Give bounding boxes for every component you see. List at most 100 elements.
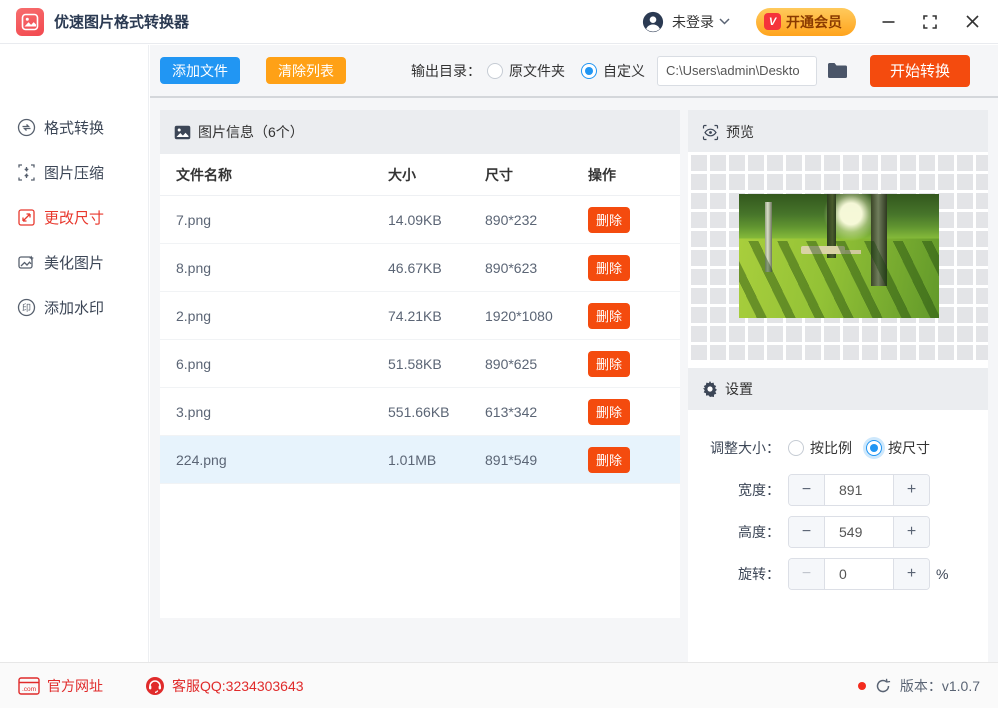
refresh-icon[interactable] (875, 678, 891, 694)
website-icon: .com (18, 676, 40, 695)
size: 46.67KB (388, 259, 442, 276)
radio-original-folder-label[interactable]: 原文件夹 (509, 61, 565, 81)
main-content: 添加文件 清除列表 输出目录： 原文件夹 自定义 开始转换 图片信息（6个） 文… (150, 45, 998, 662)
start-convert-button[interactable]: 开始转换 (869, 54, 970, 87)
column-dimensions: 尺寸 (485, 166, 513, 183)
column-name: 文件名称 (176, 166, 232, 183)
name: 2.png (176, 307, 212, 324)
title-bar: 优速图片格式转换器 未登录 V 开通会员 (0, 0, 998, 44)
table-row[interactable]: 8.png 46.67KB 890*623 删除 (160, 244, 680, 292)
add-watermark-icon: 印 (17, 298, 36, 317)
sidebar-item-label: 添加水印 (44, 300, 105, 317)
minimize-button[interactable] (878, 12, 898, 32)
sidebar-item-image-compress[interactable]: 图片压缩 (0, 150, 148, 195)
rotate-input[interactable] (825, 559, 893, 589)
dimensions: 890*232 (485, 211, 538, 228)
operation-cell: 删除 (588, 446, 680, 473)
rotate-decrease-button[interactable]: − (789, 559, 825, 589)
height-increase-button[interactable]: + (893, 517, 929, 547)
height-decrease-button[interactable]: − (789, 517, 825, 547)
table-row[interactable]: 7.png 14.09KB 890*232 删除 (160, 196, 680, 244)
settings-body: 调整大小： 按比例 按尺寸 宽度： − + 高度： − + (688, 410, 988, 662)
name: 7.png (176, 211, 212, 228)
delete-button[interactable]: 删除 (588, 446, 630, 473)
rotate-stepper: − + (788, 558, 930, 590)
status-dot (857, 681, 866, 690)
login-status[interactable]: 未登录 (672, 12, 714, 32)
gear-icon (703, 381, 717, 397)
file-panel-title: 图片信息（6个） (198, 124, 304, 140)
dimensions: 890*623 (485, 259, 538, 276)
app-logo-icon (16, 7, 44, 36)
official-website-link[interactable]: .com 官方网址 (18, 676, 103, 696)
rotate-increase-button[interactable]: + (893, 559, 929, 589)
name: 224.png (176, 451, 227, 468)
table-header: 文件名称 大小 尺寸 操作 (160, 154, 680, 196)
sidebar-item-beautify[interactable]: 美化图片 (0, 240, 148, 285)
height-label: 高度： (738, 524, 780, 540)
radio-by-size[interactable] (866, 440, 882, 456)
sidebar-item-label: 格式转换 (44, 120, 105, 137)
preview-eye-icon (702, 124, 719, 140)
right-panel: 预览 设置 调整大小： 按比例 按尺寸 宽度： − 891 + 高度： − 54… (688, 110, 988, 662)
radio-by-ratio[interactable] (788, 440, 804, 456)
preview-title: 预览 (726, 124, 754, 140)
close-button[interactable] (962, 12, 982, 32)
settings-header: 设置 (688, 368, 988, 410)
radio-custom[interactable] (580, 62, 597, 79)
format-convert-icon (17, 118, 36, 137)
radio-by-ratio-label[interactable]: 按比例 (810, 438, 852, 458)
delete-button[interactable]: 删除 (588, 350, 630, 377)
browse-folder-icon[interactable] (827, 62, 848, 79)
radio-custom-label[interactable]: 自定义 (603, 61, 645, 81)
table-row[interactable]: 6.png 51.58KB 890*625 删除 (160, 340, 680, 388)
file-panel-header: 图片信息（6个） (160, 110, 680, 154)
sidebar-item-watermark[interactable]: 印 添加水印 (0, 285, 148, 330)
width-input[interactable] (825, 475, 893, 505)
chevron-down-icon[interactable] (719, 18, 730, 25)
table-row[interactable]: 2.png 74.21KB 1920*1080 删除 (160, 292, 680, 340)
width-decrease-button[interactable]: − (789, 475, 825, 505)
user-avatar-icon[interactable] (642, 11, 664, 33)
delete-button[interactable]: 删除 (588, 206, 630, 233)
customer-service-icon (146, 676, 164, 695)
delete-button[interactable]: 删除 (588, 302, 630, 329)
table-body: 7.png 14.09KB 890*232 删除 8.png 46.67KB 890*623… (160, 196, 680, 484)
size: 74.21KB (388, 307, 442, 324)
delete-button[interactable]: 删除 (588, 398, 630, 425)
sidebar-item-label: 美化图片 (44, 255, 105, 272)
operation-cell: 删除 (588, 254, 680, 281)
column-size: 大小 (388, 166, 416, 183)
open-vip-button[interactable]: V 开通会员 (756, 7, 856, 36)
operation-cell: 删除 (588, 302, 680, 329)
clear-list-button[interactable]: 清除列表 (266, 57, 346, 84)
add-files-button[interactable]: 添加文件 (160, 57, 240, 84)
sidebar-item-label: 更改尺寸 (44, 210, 105, 227)
customer-service-link[interactable]: 客服QQ:3234303643 (145, 676, 304, 696)
version-label: 版本：v1.0.7 (899, 677, 980, 694)
output-path-input[interactable] (656, 55, 817, 86)
size: 1.01MB (388, 451, 437, 468)
radio-original-folder[interactable] (486, 62, 503, 79)
maximize-button[interactable] (920, 12, 940, 32)
table-row[interactable]: 3.png 551.66KB 613*342 删除 (160, 388, 680, 436)
beautify-image-icon (18, 255, 34, 269)
height-input[interactable] (825, 517, 893, 547)
sidebar: 格式转换 图片压缩 更改尺寸 美化图片 印 添加水印 (0, 45, 149, 662)
rotate-unit-label: % (936, 566, 949, 582)
footer-bar: .com 官方网址 客服QQ:3234303643 版本：v1.0.7 (0, 662, 998, 708)
table-row[interactable]: 224.png 1.01MB 891*549 删除 (160, 436, 680, 484)
width-stepper: − + (788, 474, 930, 506)
sidebar-item-resize[interactable]: 更改尺寸 (0, 195, 148, 240)
radio-by-size-label[interactable]: 按尺寸 (888, 438, 930, 458)
svg-text:印: 印 (22, 302, 31, 313)
resize-mode-label: 调整大小： (710, 440, 780, 456)
operation-cell: 删除 (588, 398, 680, 425)
vip-badge-icon: V (764, 13, 781, 30)
width-increase-button[interactable]: + (893, 475, 929, 505)
sidebar-item-format-convert[interactable]: 格式转换 (0, 105, 148, 150)
dimensions: 613*342 (485, 403, 538, 420)
width-label: 宽度： (738, 482, 780, 498)
column-operation: 操作 (588, 166, 616, 183)
delete-button[interactable]: 删除 (588, 254, 630, 281)
